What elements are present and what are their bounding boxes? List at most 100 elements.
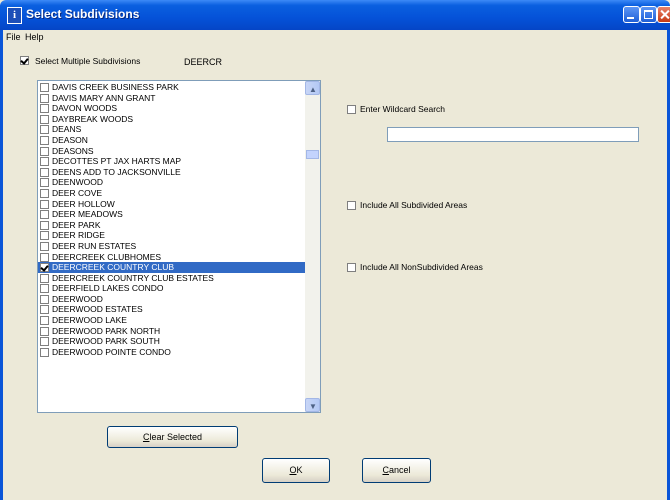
ok-label: K	[296, 465, 303, 475]
list-item-label: DAVON WOODS	[52, 103, 118, 114]
list-item-checkbox[interactable]	[40, 114, 49, 124]
list-item-label: DEERFIELD LAKES CONDO	[52, 283, 164, 294]
list-item-checkbox[interactable]	[40, 263, 49, 273]
list-item-checkbox[interactable]	[40, 347, 49, 357]
list-item-checkbox[interactable]	[40, 199, 49, 209]
list-item[interactable]: DEERFIELD LAKES CONDO	[38, 283, 305, 294]
list-item-label: DEER PARK	[52, 219, 101, 230]
list-scrollbar[interactable]	[305, 81, 320, 412]
list-item[interactable]: DEANS	[38, 124, 305, 135]
close-button[interactable]	[657, 6, 670, 23]
list-item[interactable]: DEERCREEK CLUBHOMES	[38, 252, 305, 263]
ok-button[interactable]: OK	[262, 458, 330, 483]
list-item[interactable]: DEENS ADD TO JACKSONVILLE	[38, 167, 305, 178]
list-item[interactable]: DEER RUN ESTATES	[38, 241, 305, 252]
list-item-checkbox[interactable]	[40, 178, 49, 188]
list-item-checkbox[interactable]	[40, 316, 49, 326]
list-item-checkbox[interactable]	[40, 294, 49, 304]
list-item-label: DEANS	[52, 124, 82, 135]
list-item[interactable]: DEERCREEK COUNTRY CLUB ESTATES	[38, 273, 305, 284]
scroll-up-button[interactable]: ▲	[305, 81, 320, 95]
list-item-checkbox[interactable]	[40, 125, 49, 135]
list-item-checkbox[interactable]	[40, 337, 49, 347]
list-item-checkbox[interactable]	[40, 231, 49, 241]
list-item[interactable]: DEER PARK	[38, 220, 305, 231]
list-item-label: DAVIS CREEK BUSINESS PARK	[52, 82, 179, 92]
window-border-left	[0, 30, 3, 500]
wildcard-label[interactable]: Enter Wildcard Search	[360, 104, 445, 114]
list-item-label: DEER RUN ESTATES	[52, 240, 137, 251]
list-item[interactable]: DEER RIDGE	[38, 230, 305, 241]
list-item-checkbox[interactable]	[40, 284, 49, 294]
list-item[interactable]: DAVIS CREEK BUSINESS PARK	[38, 82, 305, 93]
ok-accel: O	[289, 465, 297, 475]
list-item[interactable]: DEERWOOD POINTE CONDO	[38, 347, 305, 358]
list-item-label: DEERWOOD PARK SOUTH	[52, 336, 160, 347]
list-item-label: DECOTTES PT JAX HARTS MAP	[52, 156, 182, 167]
list-item-checkbox[interactable]	[40, 273, 49, 283]
list-item-checkbox[interactable]	[40, 93, 49, 103]
include-subdivided-checkbox[interactable]	[347, 201, 356, 210]
list-item[interactable]: DEENWOOD	[38, 177, 305, 188]
list-item-checkbox[interactable]	[40, 83, 49, 92]
list-item-label: DEERWOOD	[52, 293, 103, 304]
list-item[interactable]: DEERWOOD PARK SOUTH	[38, 336, 305, 347]
select-multiple-checkbox[interactable]	[20, 56, 29, 65]
scroll-down-button[interactable]: ▼	[305, 398, 320, 412]
include-nonsubdivided-checkbox[interactable]	[347, 263, 356, 272]
subdivision-list[interactable]: DAVIS CREEK BUSINESS PARK DAVIS MARY ANN …	[37, 80, 321, 413]
list-item-checkbox[interactable]	[40, 167, 49, 177]
list-item-checkbox[interactable]	[40, 252, 49, 262]
list-item-checkbox[interactable]	[40, 157, 49, 167]
list-item-label: DEER MEADOWS	[52, 209, 123, 220]
list-item-label: DEENS ADD TO JACKSONVILLE	[52, 166, 181, 177]
list-item-checkbox[interactable]	[40, 135, 49, 145]
chevron-up-icon: ▲	[309, 85, 317, 94]
list-item[interactable]: DEASON	[38, 135, 305, 146]
list-item-checkbox[interactable]	[40, 210, 49, 220]
app-info-icon: i	[7, 7, 22, 24]
maximize-button[interactable]	[640, 6, 657, 23]
clear-selected-button[interactable]: Clear Selected	[107, 426, 238, 448]
list-item-label: DEASON	[52, 134, 88, 145]
minimize-button[interactable]	[623, 6, 640, 23]
current-selection-text: DEERCR	[184, 57, 223, 67]
wildcard-input[interactable]	[387, 127, 639, 142]
include-subdivided-label[interactable]: Include All Subdivided Areas	[360, 200, 467, 210]
menu-file[interactable]: File	[6, 32, 21, 42]
list-item[interactable]: DEER MEADOWS	[38, 209, 305, 220]
chevron-down-icon: ▼	[309, 402, 317, 411]
window-title: Select Subdivisions	[26, 7, 140, 21]
list-item[interactable]: DEER HOLLOW	[38, 199, 305, 210]
include-nonsubdivided-label[interactable]: Include All NonSubdivided Areas	[360, 262, 483, 272]
cancel-button[interactable]: Cancel	[362, 458, 431, 483]
list-item-checkbox[interactable]	[40, 146, 49, 156]
list-item-checkbox[interactable]	[40, 326, 49, 336]
list-item-label: DEENWOOD	[52, 177, 103, 188]
list-item[interactable]: DAVON WOODS	[38, 103, 305, 114]
list-item-checkbox[interactable]	[40, 104, 49, 114]
list-item-label: DEERWOOD LAKE	[52, 315, 127, 326]
list-item[interactable]: DEER COVE	[38, 188, 305, 199]
list-item[interactable]: DEERCREEK COUNTRY CLUB	[38, 262, 305, 273]
menu-help[interactable]: Help	[25, 32, 44, 42]
list-item-checkbox[interactable]	[40, 220, 49, 230]
list-item[interactable]: DEERWOOD LAKE	[38, 315, 305, 326]
list-item[interactable]: DEERWOOD ESTATES	[38, 304, 305, 315]
list-item[interactable]: DEERWOOD PARK NORTH	[38, 326, 305, 337]
subdivision-list-rows: DAVIS CREEK BUSINESS PARK DAVIS MARY ANN …	[38, 82, 305, 357]
list-item[interactable]: DAYBREAK WOODS	[38, 114, 305, 125]
scroll-thumb[interactable]	[306, 150, 319, 159]
list-item[interactable]: DECOTTES PT JAX HARTS MAP	[38, 156, 305, 167]
select-multiple-label[interactable]: Select Multiple Subdivisions	[35, 56, 140, 66]
list-item[interactable]: DEASONS	[38, 146, 305, 157]
clear-label: lear Selected	[149, 432, 203, 442]
list-item-label: DEER RIDGE	[52, 230, 105, 241]
list-item-label: DEER HOLLOW	[52, 198, 115, 209]
list-item-checkbox[interactable]	[40, 305, 49, 315]
list-item[interactable]: DEERWOOD	[38, 294, 305, 305]
wildcard-checkbox[interactable]	[347, 105, 356, 114]
list-item-checkbox[interactable]	[40, 188, 49, 198]
list-item[interactable]: DAVIS MARY ANN GRANT	[38, 93, 305, 104]
list-item-checkbox[interactable]	[40, 241, 49, 251]
